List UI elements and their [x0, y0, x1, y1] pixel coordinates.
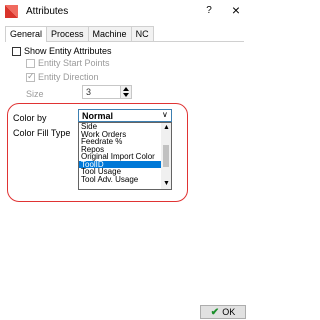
entity-direction-label: Entity Direction	[38, 72, 99, 82]
checkmark-icon: ✔	[210, 306, 220, 318]
ok-button[interactable]: ✔ OK	[200, 305, 246, 319]
chevron-down-icon[interactable]: ∨	[162, 110, 168, 119]
window-title: Attributes	[26, 6, 69, 17]
help-button[interactable]: ?	[203, 5, 215, 16]
ok-label: OK	[222, 307, 236, 317]
app-icon	[5, 5, 18, 18]
size-spinner[interactable]	[120, 86, 131, 98]
list-item-tool-adv-usage[interactable]: Tool Adv. Usage	[79, 176, 161, 184]
entity-direction-checkbox[interactable]: ✓	[26, 70, 35, 82]
tab-strip: General Process Machine NC	[5, 26, 154, 42]
list-scrollbar[interactable]: ▲ ▼	[161, 123, 171, 189]
color-fill-type-label: Color Fill Type	[13, 128, 71, 138]
scroll-up-icon[interactable]: ▲	[163, 124, 170, 131]
entity-start-points-label: Entity Start Points	[38, 58, 110, 68]
scroll-down-icon[interactable]: ▼	[163, 180, 170, 187]
entity-start-points-checkbox[interactable]	[26, 58, 35, 68]
color-by-label: Color by	[13, 113, 47, 123]
tab-nc[interactable]: NC	[130, 26, 154, 41]
spin-up-icon[interactable]	[123, 87, 129, 91]
size-label: Size	[26, 89, 44, 99]
show-entity-attributes-label: Show Entity Attributes	[24, 46, 112, 56]
spin-down-icon[interactable]	[123, 93, 129, 97]
color-by-selected-value: Normal	[82, 111, 114, 121]
color-by-select[interactable]: Normal ∨	[78, 109, 172, 122]
show-entity-attributes-checkbox[interactable]	[12, 46, 21, 56]
tab-general[interactable]: General	[5, 26, 48, 42]
tab-machine[interactable]: Machine	[87, 26, 132, 41]
check-icon: ✓	[27, 70, 35, 81]
tab-process[interactable]: Process	[46, 26, 89, 41]
entity-start-points-option[interactable]: Entity Start Points	[26, 58, 110, 68]
entity-direction-option[interactable]: ✓ Entity Direction	[26, 70, 99, 82]
title-bar: Attributes ? ×	[0, 0, 250, 24]
scroll-thumb[interactable]	[163, 145, 169, 167]
show-entity-attributes-option[interactable]: Show Entity Attributes	[12, 46, 112, 56]
close-button[interactable]: ×	[229, 2, 243, 18]
color-by-dropdown-list[interactable]: Side Work Orders Feedrate % Repos Origin…	[78, 122, 172, 190]
